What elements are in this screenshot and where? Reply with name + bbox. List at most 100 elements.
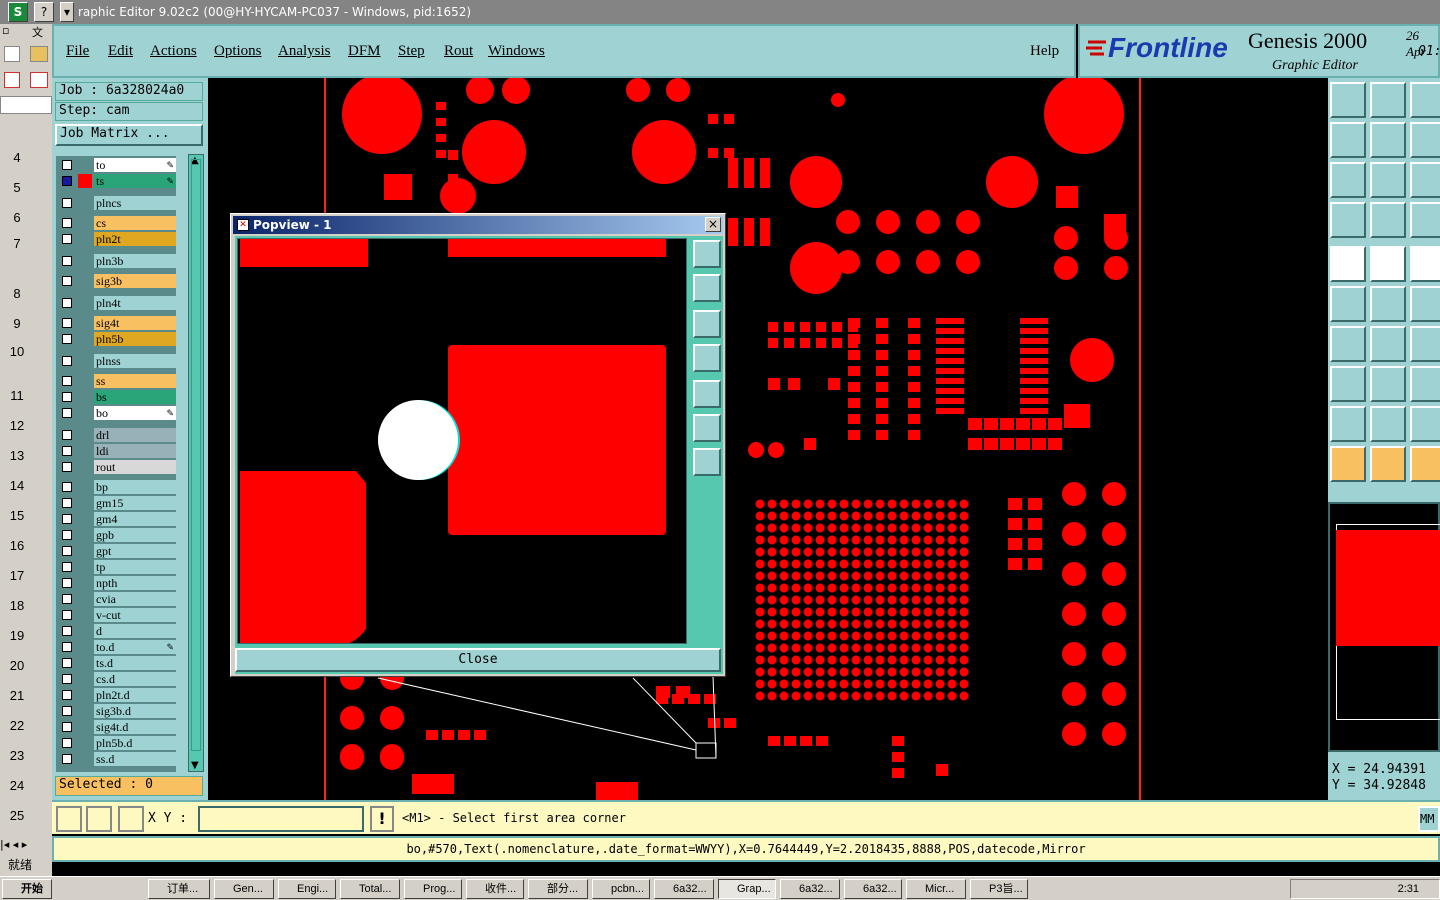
layer-row-cs-d[interactable]: cs.d: [60, 672, 178, 686]
layer-name[interactable]: sig4t: [94, 316, 176, 330]
layer-name[interactable]: tp: [94, 560, 176, 574]
layer-row-bs[interactable]: bs: [60, 390, 178, 404]
layer-name[interactable]: bs: [94, 390, 176, 404]
row-number[interactable]: 4: [0, 150, 34, 165]
layer-checkbox[interactable]: [62, 578, 72, 588]
layer-name[interactable]: cvia: [94, 592, 176, 606]
layer-checkbox[interactable]: [62, 482, 72, 492]
layer-checkbox[interactable]: [62, 626, 72, 636]
cross-icon[interactable]: [1370, 286, 1406, 322]
taskbar-item[interactable]: pcbn...: [592, 879, 650, 899]
popview-canvas[interactable]: [237, 238, 687, 644]
layer-name[interactable]: gpb: [94, 528, 176, 542]
layer-checkbox[interactable]: [62, 594, 72, 604]
layer-checkbox[interactable]: [62, 376, 72, 386]
view-up-icon[interactable]: [1330, 82, 1366, 118]
layer-row-bo[interactable]: bo ✎: [60, 406, 178, 420]
layer-row-plncs[interactable]: plncs: [60, 196, 178, 210]
layer-name[interactable]: drl: [94, 428, 176, 442]
job-matrix-button[interactable]: Job Matrix ...: [55, 124, 203, 146]
menu-analysis[interactable]: Analysis: [278, 43, 331, 60]
layer-checkbox[interactable]: [62, 356, 72, 366]
close-button[interactable]: Close: [235, 648, 721, 672]
select-pointer-icon[interactable]: [1330, 446, 1366, 482]
layer-checkbox[interactable]: [62, 462, 72, 472]
layer-row-gm15[interactable]: gm15: [60, 496, 178, 510]
layer-checkbox[interactable]: [62, 722, 72, 732]
layer-name[interactable]: ldi: [94, 444, 176, 458]
close-icon[interactable]: ×: [705, 217, 721, 232]
layer-row-gm4[interactable]: gm4: [60, 512, 178, 526]
taskbar-item[interactable]: 6a32...: [844, 879, 902, 899]
app-icon[interactable]: S: [8, 2, 28, 22]
line-add-icon[interactable]: [1370, 246, 1406, 282]
warning-button[interactable]: !: [370, 806, 394, 832]
display-options-icon[interactable]: [1410, 202, 1440, 238]
layer-checkbox[interactable]: [62, 298, 72, 308]
layer-name[interactable]: pln2t.d: [94, 688, 176, 702]
row-number[interactable]: 5: [0, 180, 34, 195]
layer-row-cvia[interactable]: cvia: [60, 592, 178, 606]
taskbar-item[interactable]: Engi...: [278, 879, 336, 899]
xy-input[interactable]: [198, 806, 364, 832]
zoom-center-icon[interactable]: [1370, 162, 1406, 198]
layer-name[interactable]: rout: [94, 460, 176, 474]
measure-icon[interactable]: [86, 806, 112, 832]
layer-row-sig4t[interactable]: sig4t: [60, 316, 178, 330]
layer-name[interactable]: ss.d: [94, 752, 176, 766]
row-number[interactable]: 13: [0, 448, 34, 463]
pop-pan-left-icon[interactable]: [693, 344, 721, 372]
layer-row-ts-d[interactable]: ts.d: [60, 656, 178, 670]
slope-line-icon[interactable]: [1330, 326, 1366, 362]
rotate-icon[interactable]: [1410, 326, 1440, 362]
new-doc-icon[interactable]: [4, 46, 20, 62]
layer-scrollbar[interactable]: ▲ ▼: [188, 154, 204, 772]
row-number[interactable]: 8: [0, 286, 34, 301]
layer-name[interactable]: sig4t.d: [94, 720, 176, 734]
zoom-fit-icon[interactable]: [1330, 162, 1366, 198]
layer-row-ss-d[interactable]: ss.d: [60, 752, 178, 766]
pop-pan-down-icon[interactable]: [693, 310, 721, 338]
pop-zoom-in-icon[interactable]: [693, 448, 721, 476]
zoom-ratio-icon[interactable]: [1410, 162, 1440, 198]
layer-name[interactable]: pln5b: [94, 332, 176, 346]
view-left-icon[interactable]: [1330, 122, 1366, 158]
layer-row-gpt[interactable]: gpt: [60, 544, 178, 558]
layer-checkbox[interactable]: [62, 530, 72, 540]
layer-checkbox[interactable]: [62, 334, 72, 344]
taskbar-item[interactable]: 6a32...: [780, 879, 840, 899]
layer-checkbox[interactable]: [62, 392, 72, 402]
menu-dfm[interactable]: DFM: [348, 43, 381, 60]
menu-step[interactable]: Step: [398, 43, 425, 60]
layer-checkbox[interactable]: [62, 498, 72, 508]
layer-checkbox[interactable]: [62, 234, 72, 244]
layer-checkbox[interactable]: [62, 642, 72, 652]
pop-zoom-icon[interactable]: [693, 240, 721, 268]
row-number[interactable]: 22: [0, 718, 34, 733]
layer-name[interactable]: pln5b.d: [94, 736, 176, 750]
layer-name[interactable]: gpt: [94, 544, 176, 558]
layer-checkbox[interactable]: [62, 658, 72, 668]
layer-checkbox[interactable]: [62, 562, 72, 572]
layer-row-ts[interactable]: ts ✎: [60, 174, 178, 188]
row-number[interactable]: 18: [0, 598, 34, 613]
layer-name[interactable]: ts ✎: [94, 174, 176, 188]
layer-name[interactable]: gm15: [94, 496, 176, 510]
zoom-1-1-icon[interactable]: [1410, 122, 1440, 158]
layer-row-bp[interactable]: bp: [60, 480, 178, 494]
layer-row-pln4t[interactable]: pln4t: [60, 296, 178, 310]
units-button[interactable]: MM: [1418, 806, 1440, 832]
triangle-icon[interactable]: [1330, 406, 1366, 442]
layer-checkbox[interactable]: [62, 318, 72, 328]
layer-name[interactable]: plnss: [94, 354, 176, 368]
pdf-icon-2[interactable]: [30, 72, 48, 88]
layer-name[interactable]: v-cut: [94, 608, 176, 622]
menu-windows[interactable]: Windows: [488, 43, 545, 60]
menu-help[interactable]: Help: [1030, 43, 1059, 60]
select-box-icon[interactable]: [1370, 446, 1406, 482]
split-icon[interactable]: [1370, 366, 1406, 402]
layer-row-pln5b[interactable]: pln5b: [60, 332, 178, 346]
taskbar-item[interactable]: 6a32...: [654, 879, 714, 899]
layer-checkbox[interactable]: [62, 446, 72, 456]
layer-checkbox[interactable]: [62, 256, 72, 266]
